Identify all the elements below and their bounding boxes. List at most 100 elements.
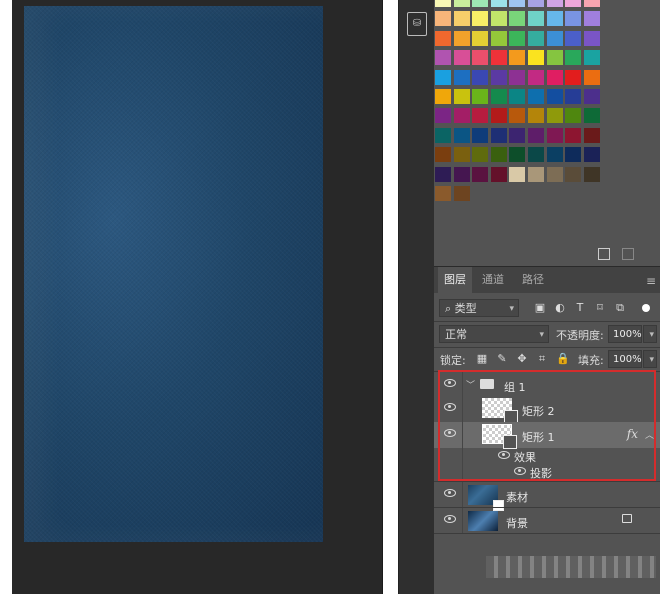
color-swatch[interactable] xyxy=(546,108,563,124)
fill-dropdown[interactable]: ▾ xyxy=(643,350,657,368)
color-swatch[interactable] xyxy=(472,147,489,163)
lock-transparent-icon[interactable]: ▦ xyxy=(476,353,488,365)
color-swatch[interactable] xyxy=(435,30,451,46)
color-swatch[interactable] xyxy=(490,11,507,27)
color-swatch[interactable] xyxy=(546,127,563,143)
color-swatch[interactable] xyxy=(583,69,600,85)
filter-adjustment-icon[interactable]: ◐ xyxy=(554,302,566,314)
drop-shadow-row[interactable]: 投影 xyxy=(434,464,660,480)
color-swatch[interactable] xyxy=(583,11,600,27)
opacity-dropdown[interactable]: ▾ xyxy=(643,325,657,343)
layer-row-group[interactable]: ﹀ 组 1 xyxy=(434,372,660,398)
filter-toggle-icon[interactable] xyxy=(642,304,650,312)
color-swatch[interactable] xyxy=(435,89,451,104)
color-swatch[interactable] xyxy=(472,89,489,104)
document-canvas-area[interactable] xyxy=(12,0,382,594)
new-swatch-icon[interactable] xyxy=(598,248,610,260)
color-swatch[interactable] xyxy=(509,0,526,7)
color-swatch[interactable] xyxy=(528,50,544,66)
visibility-eye-icon[interactable] xyxy=(514,467,526,475)
layer-row-rect1[interactable]: 矩形 1 fx ︿ xyxy=(434,422,660,449)
tab-channels[interactable]: 通道 xyxy=(476,267,510,293)
color-swatch[interactable] xyxy=(528,147,544,163)
color-swatch[interactable] xyxy=(546,0,563,7)
filter-pixel-icon[interactable]: ▣ xyxy=(534,302,546,314)
properties-panel-icon[interactable]: ⛁ xyxy=(407,12,427,36)
color-swatch[interactable] xyxy=(546,30,563,46)
color-swatch[interactable] xyxy=(565,89,582,104)
fill-input[interactable]: 100% xyxy=(608,350,642,368)
color-swatch[interactable] xyxy=(565,147,582,163)
color-swatch[interactable] xyxy=(472,166,489,182)
panel-menu-icon[interactable]: ≡ xyxy=(646,274,656,288)
color-swatch[interactable] xyxy=(453,89,470,104)
color-swatch[interactable] xyxy=(435,11,451,27)
lock-artboard-icon[interactable]: ⌗ xyxy=(536,353,548,365)
color-swatch[interactable] xyxy=(490,108,507,124)
color-swatch[interactable] xyxy=(509,127,526,143)
color-swatch[interactable] xyxy=(472,108,489,124)
color-swatch[interactable] xyxy=(565,30,582,46)
color-swatch[interactable] xyxy=(472,30,489,46)
color-swatch[interactable] xyxy=(435,186,451,201)
color-swatch[interactable] xyxy=(472,69,489,85)
color-swatch[interactable] xyxy=(583,50,600,66)
visibility-eye-icon[interactable] xyxy=(444,403,456,411)
chevron-up-icon[interactable]: ︿ xyxy=(645,428,654,441)
color-swatch[interactable] xyxy=(472,50,489,66)
color-swatch[interactable] xyxy=(453,69,470,85)
lock-move-icon[interactable]: ✥ xyxy=(516,353,528,365)
color-swatch[interactable] xyxy=(565,108,582,124)
color-swatch[interactable] xyxy=(546,89,563,104)
color-swatch[interactable] xyxy=(546,50,563,66)
tab-paths[interactable]: 路径 xyxy=(516,267,550,293)
lock-brush-icon[interactable]: ✎ xyxy=(496,353,508,365)
color-swatch[interactable] xyxy=(509,11,526,27)
filter-kind-select[interactable]: ⌕ 类型 ▾ xyxy=(439,299,519,317)
color-swatch[interactable] xyxy=(565,127,582,143)
color-swatch[interactable] xyxy=(528,127,544,143)
canvas-image[interactable] xyxy=(24,6,323,542)
color-swatch[interactable] xyxy=(453,147,470,163)
color-swatch[interactable] xyxy=(583,0,600,7)
color-swatch[interactable] xyxy=(583,147,600,163)
color-swatch[interactable] xyxy=(435,108,451,124)
color-swatch[interactable] xyxy=(490,89,507,104)
color-swatch[interactable] xyxy=(509,30,526,46)
color-swatch[interactable] xyxy=(565,69,582,85)
color-swatch[interactable] xyxy=(528,89,544,104)
color-swatch[interactable] xyxy=(528,69,544,85)
color-swatch[interactable] xyxy=(565,0,582,7)
color-swatch[interactable] xyxy=(435,50,451,66)
color-swatch[interactable] xyxy=(453,50,470,66)
visibility-eye-icon[interactable] xyxy=(444,489,456,497)
color-swatch[interactable] xyxy=(435,69,451,85)
color-swatch[interactable] xyxy=(472,0,489,7)
visibility-eye-icon[interactable] xyxy=(498,451,510,459)
effects-row[interactable]: 效果 xyxy=(434,448,660,464)
chevron-down-icon[interactable]: ﹀ xyxy=(466,378,475,391)
color-swatch[interactable] xyxy=(509,50,526,66)
tab-layers[interactable]: 图层 xyxy=(438,267,472,293)
color-swatch[interactable] xyxy=(509,147,526,163)
color-swatch[interactable] xyxy=(490,127,507,143)
color-swatch[interactable] xyxy=(453,0,470,7)
color-swatch[interactable] xyxy=(528,166,544,182)
color-swatch[interactable] xyxy=(435,0,451,7)
color-swatch[interactable] xyxy=(435,127,451,143)
color-swatch[interactable] xyxy=(490,69,507,85)
color-swatch[interactable] xyxy=(546,166,563,182)
color-swatch[interactable] xyxy=(435,147,451,163)
color-swatch[interactable] xyxy=(528,0,544,7)
color-swatch[interactable] xyxy=(565,11,582,27)
color-swatch[interactable] xyxy=(453,30,470,46)
color-swatch[interactable] xyxy=(490,0,507,7)
color-swatch[interactable] xyxy=(565,50,582,66)
lock-icon[interactable] xyxy=(622,514,632,523)
color-swatch[interactable] xyxy=(453,166,470,182)
color-swatch[interactable] xyxy=(509,166,526,182)
color-swatch[interactable] xyxy=(546,11,563,27)
color-swatch[interactable] xyxy=(490,166,507,182)
layer-row-rect2[interactable]: 矩形 2 xyxy=(434,396,660,424)
layer-row-material[interactable]: 素材 xyxy=(434,482,660,511)
